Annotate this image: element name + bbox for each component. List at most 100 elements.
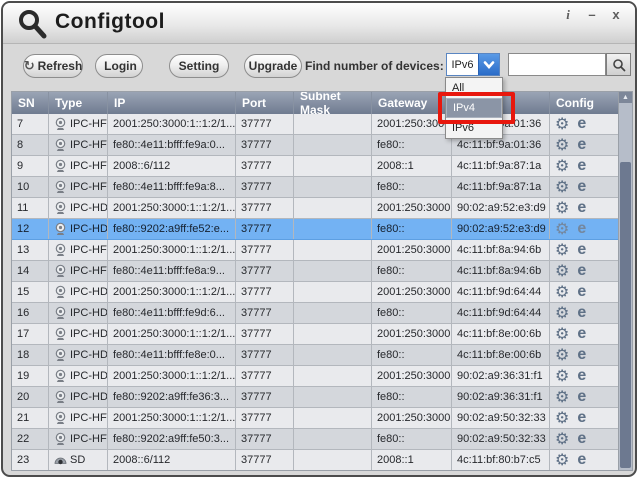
table-row[interactable]: 10 IPC-HFW82... fe80::4e11:bfff:fe9a:8..… (12, 177, 632, 198)
dropdown-option-all[interactable]: All (446, 78, 502, 98)
cell-subnet-mask (294, 408, 372, 428)
gear-icon[interactable]: ⚙ (555, 326, 569, 342)
camera-icon (55, 138, 66, 151)
browser-e-icon[interactable]: e (577, 158, 586, 174)
vertical-scrollbar[interactable]: ▲ (618, 92, 632, 470)
gear-icon[interactable]: ⚙ (555, 410, 569, 426)
table-row[interactable]: 23 SD 2008::6/112 37777 2008::1 4c:11:bf… (12, 450, 632, 470)
browser-e-icon[interactable]: e (577, 242, 586, 258)
table-row[interactable]: 22 IPC-HFW52... fe80::9202:a9ff:fe50:3..… (12, 429, 632, 450)
browser-e-icon[interactable]: e (577, 137, 586, 153)
cell-type: IPC-HDB420... (49, 387, 108, 407)
table-row[interactable]: 19 IPC-HDB420... 2001:250:3000:1::1:2/1.… (12, 366, 632, 387)
table-row[interactable]: 9 IPC-HFW82... 2008::6/112 37777 2008::1… (12, 156, 632, 177)
cell-sn: 20 (12, 387, 49, 407)
column-header-config[interactable]: Config (550, 92, 620, 114)
cell-sn: 19 (12, 366, 49, 386)
browser-e-icon[interactable]: e (577, 284, 586, 300)
scroll-up-icon[interactable]: ▲ (619, 92, 632, 103)
refresh-button[interactable]: ↻ Refresh (23, 54, 83, 78)
gear-icon[interactable]: ⚙ (555, 242, 569, 258)
browser-e-icon[interactable]: e (577, 263, 586, 279)
close-button[interactable]: x (609, 7, 623, 23)
cell-type: IPC-HFW42... (49, 135, 108, 155)
table-row[interactable]: 14 IPC-HFW43... fe80::4e11:bfff:fe8a:9..… (12, 261, 632, 282)
browser-e-icon[interactable]: e (577, 452, 586, 468)
search-button[interactable] (606, 53, 631, 76)
cell-ip: 2001:250:3000:1::1:2/1... (108, 114, 236, 134)
gear-icon[interactable]: ⚙ (555, 200, 569, 216)
scrollbar-thumb[interactable] (620, 162, 631, 468)
gear-icon[interactable]: ⚙ (555, 263, 569, 279)
browser-e-icon[interactable]: e (577, 410, 586, 426)
dropdown-option-ipv4[interactable]: IPv4 (446, 98, 502, 118)
gear-icon[interactable]: ⚙ (555, 158, 569, 174)
table-row[interactable]: 17 IPC-HDBW4... 2001:250:3000:1::1:2/1..… (12, 324, 632, 345)
gear-icon[interactable]: ⚙ (555, 305, 569, 321)
cell-config: ⚙ e (550, 240, 620, 260)
column-header-subnet[interactable]: Subnet Mask (294, 92, 372, 117)
cell-subnet-mask (294, 219, 372, 239)
table-row[interactable]: 12 IPC-HDW41... fe80::9202:a9ff:fe52:e..… (12, 219, 632, 240)
column-header-gateway[interactable]: Gateway (372, 92, 452, 114)
browser-e-icon[interactable]: e (577, 326, 586, 342)
camera-icon (55, 243, 66, 256)
browser-e-icon[interactable]: e (577, 221, 586, 237)
browser-e-icon[interactable]: e (577, 116, 586, 132)
gear-icon[interactable]: ⚙ (555, 221, 569, 237)
browser-e-icon[interactable]: e (577, 368, 586, 384)
search-icon (612, 58, 625, 71)
cell-mac: 4c:11:bf:9a:87:1a (452, 156, 550, 176)
table-row[interactable]: 7 IPC-HFW42... 2001:250:3000:1::1:2/1...… (12, 114, 632, 135)
column-header-sn[interactable]: SN (12, 92, 49, 114)
gear-icon[interactable]: ⚙ (555, 137, 569, 153)
table-row[interactable]: 11 IPC-HDW41... 2001:250:3000:1::1:2/1..… (12, 198, 632, 219)
browser-e-icon[interactable]: e (577, 179, 586, 195)
camera-icon (55, 117, 66, 130)
column-header-type[interactable]: Type (49, 92, 108, 114)
cell-config: ⚙ e (550, 135, 620, 155)
table-row[interactable]: 18 IPC-HDBW4... fe80::4e11:bfff:fe8e:0..… (12, 345, 632, 366)
browser-e-icon[interactable]: e (577, 431, 586, 447)
dropdown-option-ipv6[interactable]: IPv6 (446, 118, 502, 138)
browser-e-icon[interactable]: e (577, 347, 586, 363)
cell-ip: fe80::4e11:bfff:fe9d:6... (108, 303, 236, 323)
browser-e-icon[interactable]: e (577, 200, 586, 216)
gear-icon[interactable]: ⚙ (555, 284, 569, 300)
table-row[interactable]: 13 IPC-HFW43... 2001:250:3000:1::1:2/1..… (12, 240, 632, 261)
gear-icon[interactable]: ⚙ (555, 368, 569, 384)
gear-icon[interactable]: ⚙ (555, 452, 569, 468)
minimize-button[interactable]: – (585, 7, 599, 23)
cell-config: ⚙ e (550, 387, 620, 407)
chevron-down-icon[interactable] (478, 54, 499, 75)
cell-type: IPC-HFW82... (49, 156, 108, 176)
cell-gateway: 2001:250:3000:1:... (372, 240, 452, 260)
cell-config: ⚙ e (550, 177, 620, 197)
column-header-ip[interactable]: IP (108, 92, 236, 114)
table-row[interactable]: 16 IPC-HDW43... fe80::4e11:bfff:fe9d:6..… (12, 303, 632, 324)
table-row[interactable]: 21 IPC-HFW52... 2001:250:3000:1::1:2/1..… (12, 408, 632, 429)
gear-icon[interactable]: ⚙ (555, 389, 569, 405)
search-input[interactable] (508, 53, 606, 76)
table-row[interactable]: 20 IPC-HDB420... fe80::9202:a9ff:fe36:3.… (12, 387, 632, 408)
upgrade-button[interactable]: Upgrade (244, 54, 302, 78)
browser-e-icon[interactable]: e (577, 305, 586, 321)
login-button[interactable]: Login (95, 54, 143, 78)
cell-subnet-mask (294, 261, 372, 281)
column-header-port[interactable]: Port (236, 92, 294, 114)
browser-e-icon[interactable]: e (577, 389, 586, 405)
info-button[interactable]: i (561, 7, 575, 23)
page-title: Configtool (55, 10, 165, 33)
cell-sn: 9 (12, 156, 49, 176)
cell-port: 37777 (236, 303, 294, 323)
table-row[interactable]: 15 IPC-HDW43... 2001:250:3000:1::1:2/1..… (12, 282, 632, 303)
device-table: SN Type IP Port Subnet Mask Gateway MAC … (11, 91, 633, 471)
ip-filter-dropdown[interactable]: IPv6 (446, 53, 500, 76)
table-row[interactable]: 8 IPC-HFW42... fe80::4e11:bfff:fe9a:0...… (12, 135, 632, 156)
gear-icon[interactable]: ⚙ (555, 116, 569, 132)
gear-icon[interactable]: ⚙ (555, 431, 569, 447)
setting-button[interactable]: Setting (169, 54, 229, 78)
gear-icon[interactable]: ⚙ (555, 347, 569, 363)
gear-icon[interactable]: ⚙ (555, 179, 569, 195)
camera-icon (55, 285, 66, 298)
